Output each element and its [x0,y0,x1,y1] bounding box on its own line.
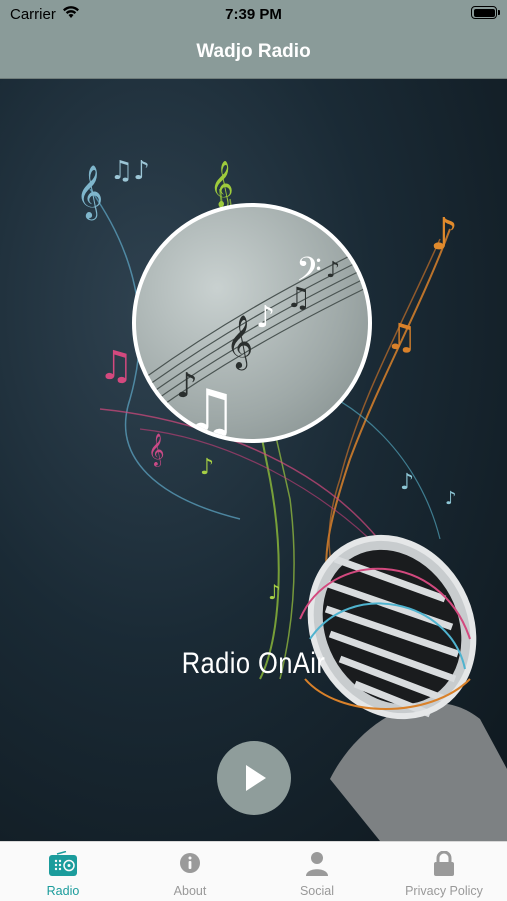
tab-radio[interactable]: Radio [0,842,126,901]
svg-text:𝄞: 𝄞 [210,161,234,209]
radio-icon [49,851,77,876]
play-button[interactable] [217,741,291,815]
tab-bar: Radio About Social Privacy Policy [0,841,507,901]
tab-label: Privacy Policy [405,884,483,898]
svg-text:♪: ♪ [256,300,275,335]
svg-text:♫: ♫ [98,343,134,389]
svg-text:♪: ♪ [268,580,281,604]
tab-privacy-policy[interactable]: Privacy Policy [381,842,507,901]
page-title: Wadjo Radio [196,41,311,62]
svg-text:𝄞: 𝄞 [76,164,103,220]
svg-text:♪: ♪ [445,488,457,509]
background-artwork: 𝄞 ♫♪ 𝄞 ♪ ♫ ♫ 𝄞 ♪ ♪ ♪ ♪ [76,156,507,841]
svg-text:♪: ♪ [200,455,214,480]
svg-text:𝄞: 𝄞 [148,433,165,467]
tab-about[interactable]: About [127,842,253,901]
svg-text:♫: ♫ [385,317,417,358]
status-bar: Carrier 7:39 PM [0,0,507,28]
svg-text:♪: ♪ [326,258,340,283]
music-notes-icon: 𝄞 ♪ ♫ ♪ ♫ ♪ 𝄢 [145,246,368,439]
info-icon [180,853,200,873]
status-time: 7:39 PM [225,6,282,23]
tab-social[interactable]: Social [254,842,380,901]
player-screen: 𝄞 ♫♪ 𝄞 ♪ ♫ ♫ 𝄞 ♪ ♪ ♪ ♪ 𝄞 ♪ ♫ ♪ ♫ ♪ 𝄢 Rad… [0,79,507,841]
tab-label: About [173,884,207,898]
svg-text:♪: ♪ [430,209,458,260]
svg-text:♪: ♪ [400,470,414,495]
user-icon [306,852,328,876]
play-icon [246,765,266,791]
tab-label: Social [299,884,335,898]
navigation-bar: Wadjo Radio [0,28,507,79]
album-artwork: 𝄞 ♪ ♫ ♪ ♫ ♪ 𝄢 [132,203,372,443]
tab-label: Radio [46,884,80,898]
svg-text:𝄢: 𝄢 [296,251,322,297]
svg-text:♫♪: ♫♪ [110,156,150,186]
svg-text:𝄞: 𝄞 [226,314,253,370]
lock-icon [434,851,454,876]
battery-icon [471,6,500,19]
station-name: Radio OnAir [181,647,326,680]
